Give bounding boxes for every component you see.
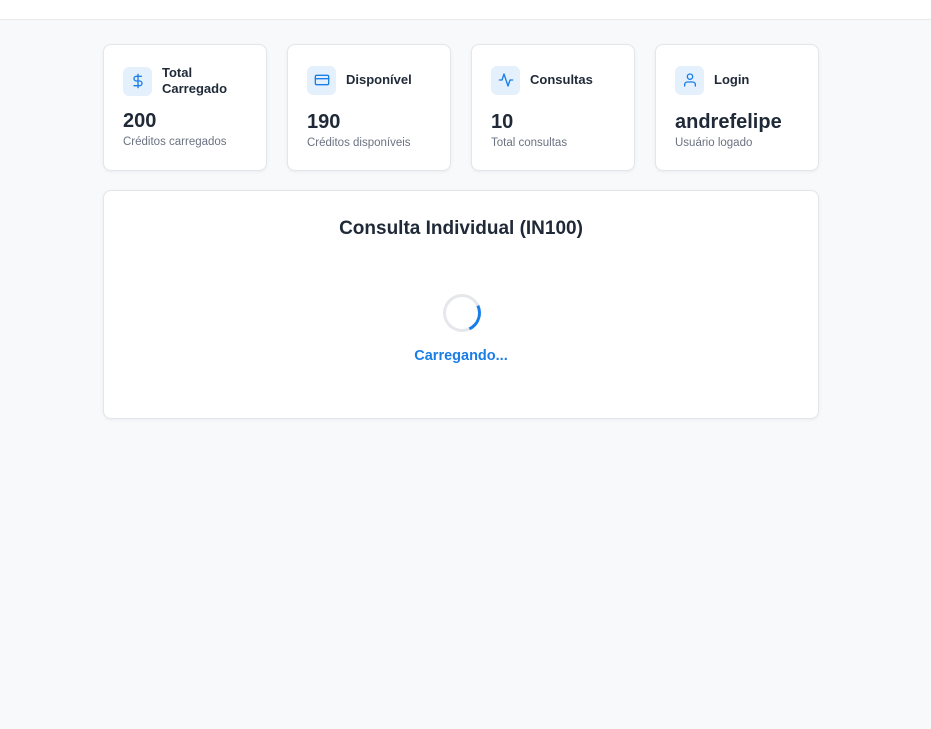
- card-value: 200: [123, 110, 157, 132]
- stats-cards: Total Carregado 200 Créditos carregados …: [103, 44, 819, 171]
- user-icon: [675, 65, 704, 95]
- card-label: Login: [714, 72, 750, 87]
- card-value: andrefelipe: [675, 111, 782, 133]
- panel-title: Consulta Individual (IN100): [339, 218, 583, 239]
- consulta-panel: Consulta Individual (IN100) Carregando..…: [103, 190, 819, 419]
- loading-text: Carregando...: [414, 348, 508, 364]
- card-value: 10: [491, 111, 514, 133]
- card-consultas: Consultas 10 Total consultas: [471, 44, 635, 171]
- top-bar: [0, 0, 931, 20]
- activity-icon: [491, 65, 520, 95]
- card-value: 190: [307, 111, 341, 133]
- card-disponivel: Disponível 190 Créditos disponíveis: [287, 44, 451, 171]
- card-subtitle: Créditos disponíveis: [307, 137, 411, 149]
- card-label: Disponível: [346, 72, 412, 87]
- loading-spinner-icon: [437, 288, 487, 338]
- card-subtitle: Total consultas: [491, 137, 568, 149]
- card-label: Consultas: [530, 72, 593, 87]
- card-label: Total Carregado: [162, 65, 228, 96]
- card-login: Login andrefelipe Usuário logado: [655, 44, 819, 171]
- credit-card-icon: [307, 65, 336, 95]
- dollar-icon: [123, 66, 152, 96]
- card-subtitle: Créditos carregados: [123, 136, 227, 148]
- card-total-carregado: Total Carregado 200 Créditos carregados: [103, 44, 267, 171]
- card-subtitle: Usuário logado: [675, 137, 753, 149]
